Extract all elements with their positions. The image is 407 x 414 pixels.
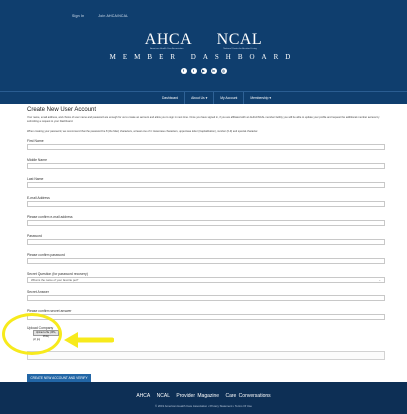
middle-name-field[interactable] xyxy=(27,163,385,169)
nav-items: Dashboard About Us ▾ My Account Membersh… xyxy=(156,92,277,104)
footer-link-provider[interactable]: Provider Magazine xyxy=(176,393,219,399)
social-icons: f t ▶ in ◎ xyxy=(0,68,407,74)
footer-link-ahca[interactable]: AHCA xyxy=(136,393,150,399)
password-field[interactable] xyxy=(27,239,385,245)
youtube-icon[interactable]: ▶ xyxy=(200,68,207,74)
confirm-answer-field[interactable] xyxy=(27,314,385,320)
create-account-button[interactable]: CREATE NEW ACCOUNT AND VERIFY xyxy=(27,374,91,382)
instagram-icon[interactable]: ◎ xyxy=(220,68,227,74)
ncal-subline: National Center for Assisted Living xyxy=(223,48,257,50)
main-nav: Dashboard About Us ▾ My Account Membersh… xyxy=(0,91,407,104)
site-header: Sign In Join AHCA/NCAL AHCA NCAL America… xyxy=(0,0,407,91)
first-name-label: First Name xyxy=(27,139,44,143)
chevron-down-icon: ⌄ xyxy=(378,278,381,282)
ahca-subline: American Health Care Association xyxy=(150,48,184,50)
secret-answer-label: Secret Answer xyxy=(27,290,49,294)
footer-link-care[interactable]: Care Conversations xyxy=(225,393,270,399)
last-name-label: Last Name xyxy=(27,177,44,181)
password-label: Password xyxy=(27,234,42,238)
nav-dashboard[interactable]: Dashboard xyxy=(156,92,184,104)
highlight-circle xyxy=(2,313,62,355)
top-links: Sign In Join AHCA/NCAL xyxy=(72,14,128,18)
middle-name-label: Middle Name xyxy=(27,158,47,162)
nav-about-us[interactable]: About Us ▾ xyxy=(184,92,213,104)
brand: AHCA NCAL American Health Care Associati… xyxy=(0,31,407,61)
email-field[interactable] xyxy=(27,201,385,207)
join-link[interactable]: Join AHCA/NCAL xyxy=(98,14,128,18)
twitter-icon[interactable]: t xyxy=(190,68,197,74)
intro-text: Your name, email address, and choice of … xyxy=(27,116,380,123)
secret-answer-field[interactable] xyxy=(27,295,385,301)
photo-drop-area[interactable] xyxy=(27,351,385,360)
email-label: E-mail Address xyxy=(27,196,50,200)
confirm-password-label: Please confirm password xyxy=(27,253,65,257)
sign-in-link[interactable]: Sign In xyxy=(72,14,84,18)
footer-link-ncal[interactable]: NCAL xyxy=(157,393,170,399)
ahca-logo: AHCA xyxy=(144,31,193,48)
footer-links: AHCA NCAL Provider Magazine Care Convers… xyxy=(0,393,407,399)
brand-logos[interactable]: AHCA NCAL xyxy=(0,31,407,49)
password-hint: When creating your password, we recommen… xyxy=(27,130,259,133)
dashboard-subtitle: MEMBER DASHBOARD xyxy=(109,53,298,61)
page-title: Create New User Account xyxy=(27,107,97,113)
highlight-arrow-icon xyxy=(64,332,114,348)
site-footer: AHCA NCAL Provider Magazine Care Convers… xyxy=(0,382,407,414)
copyright: © 2019 American Health Care Association … xyxy=(155,404,252,408)
security-question-select[interactable]: What is the name of your favorite pet? ⌄ xyxy=(27,277,385,283)
linkedin-icon[interactable]: in xyxy=(210,68,217,74)
first-name-field[interactable] xyxy=(27,144,385,150)
facebook-icon[interactable]: f xyxy=(180,68,187,74)
security-question-label: Secret Question (for password recovery) xyxy=(27,272,88,276)
nav-my-account[interactable]: My Account xyxy=(213,92,243,104)
confirm-email-field[interactable] xyxy=(27,220,385,226)
last-name-field[interactable] xyxy=(27,182,385,188)
confirm-password-field[interactable] xyxy=(27,258,385,264)
nav-membership[interactable]: Membership ▾ xyxy=(243,92,277,104)
security-question-value: What is the name of your favorite pet? xyxy=(31,278,79,282)
confirm-email-label: Please confirm e-mail address xyxy=(27,215,73,219)
ncal-logo: NCAL xyxy=(216,31,263,48)
